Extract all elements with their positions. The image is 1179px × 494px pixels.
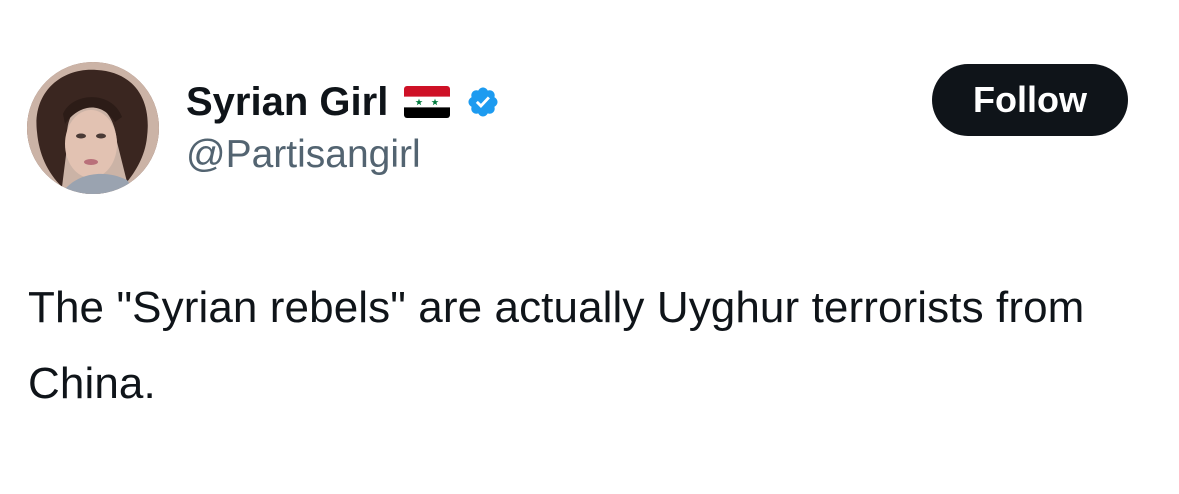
- verified-badge-icon[interactable]: [466, 85, 500, 119]
- syria-flag-icon: [404, 86, 451, 118]
- author-name-row: Syrian Girl: [186, 76, 500, 128]
- display-name[interactable]: Syrian Girl: [186, 76, 388, 128]
- tweet-text: The "Syrian rebels" are actually Uyghur …: [28, 283, 1085, 408]
- tweet-card: Syrian Girl @Partisangirl Follow The "Sy…: [0, 0, 1179, 494]
- avatar[interactable]: [27, 62, 159, 194]
- follow-button[interactable]: Follow: [932, 64, 1128, 136]
- author-handle[interactable]: @Partisangirl: [186, 130, 421, 180]
- avatar-photo: [27, 62, 159, 194]
